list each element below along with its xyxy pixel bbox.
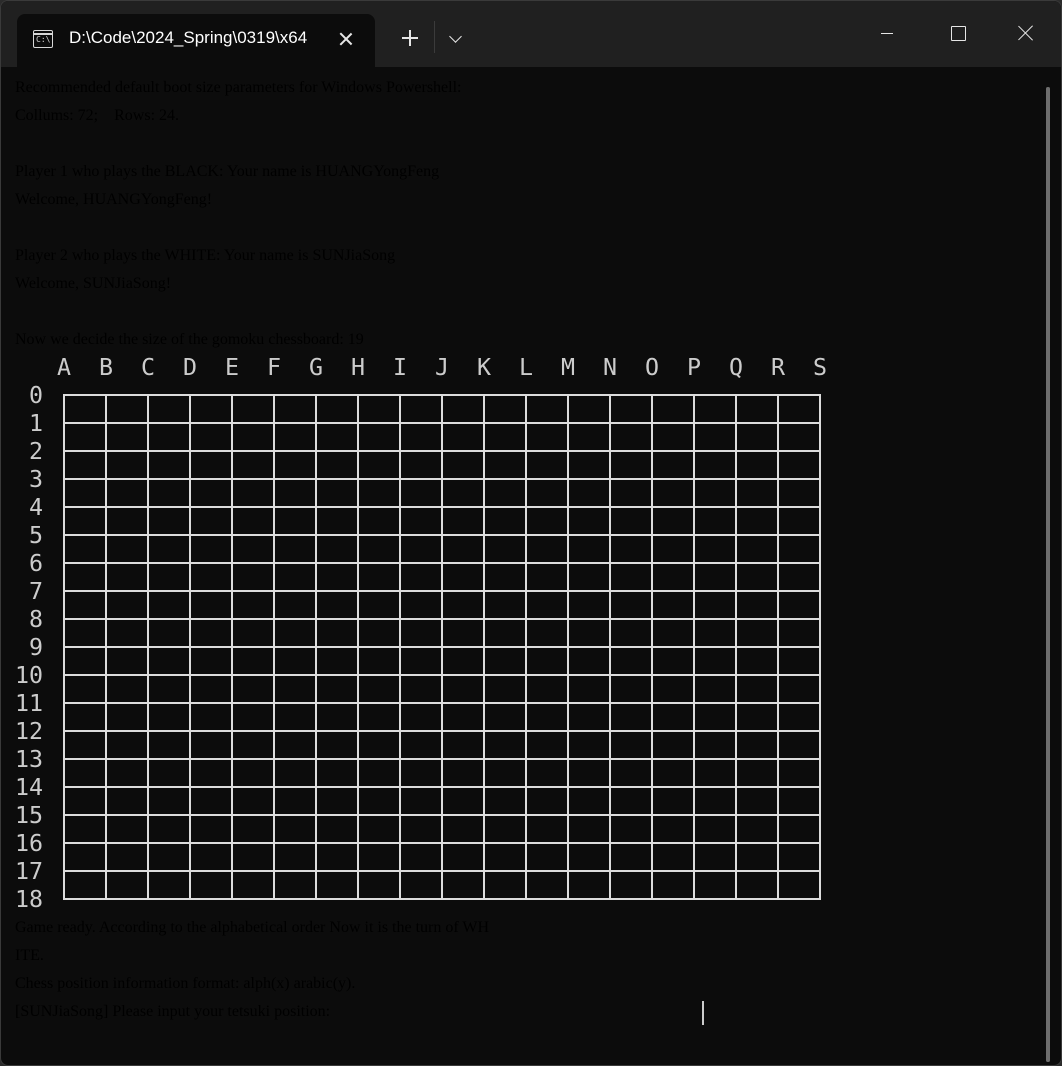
tab-title: D:\Code\2024_Spring\0319\x64 xyxy=(69,28,308,47)
output-line: Now we decide the size of the gomoku che… xyxy=(15,331,364,348)
minimize-icon[interactable] xyxy=(864,17,910,51)
output-line: Collums: 72; Rows: 24. xyxy=(15,107,180,124)
board-row-label: 7 xyxy=(28,578,43,605)
board-column-label: N xyxy=(602,354,618,381)
board-column-label: I xyxy=(392,354,408,381)
board-row-label: 16 xyxy=(15,830,44,857)
gomoku-board xyxy=(63,394,821,900)
board-row-label: 6 xyxy=(28,550,43,577)
output-line: Player 1 who plays the BLACK: Your name … xyxy=(15,163,440,180)
board-row-label: 10 xyxy=(15,662,44,689)
board-row-label: 18 xyxy=(15,886,44,913)
board-row-label: 17 xyxy=(15,858,44,885)
board-row-label: 2 xyxy=(28,438,43,465)
output-line: Game ready. According to the alphabetica… xyxy=(15,919,490,936)
close-icon[interactable] xyxy=(1003,17,1049,51)
close-tab-icon[interactable] xyxy=(333,26,359,52)
board-column-label: F xyxy=(266,354,282,381)
board-column-label: H xyxy=(350,354,366,381)
board-column-label: D xyxy=(182,354,198,381)
board-row-label: 5 xyxy=(28,522,43,549)
board-column-label: Q xyxy=(728,354,744,381)
input-prompt: [SUNJiaSong] Please input your tetsuki p… xyxy=(15,1003,335,1020)
board-column-label: O xyxy=(644,354,660,381)
maximize-icon[interactable] xyxy=(934,17,980,51)
new-tab-icon[interactable] xyxy=(394,23,426,53)
scrollbar-thumb[interactable] xyxy=(1046,87,1050,1062)
terminal-icon: C:\ xyxy=(33,30,53,48)
board-column-label: C xyxy=(140,354,156,381)
board-row-label: 3 xyxy=(28,466,43,493)
output-line: Recommended default boot size parameters… xyxy=(15,79,462,96)
terminal-window: C:\ D:\Code\2024_Spring\0319\x64 Recomme… xyxy=(0,0,1062,1066)
board-row-label: 0 xyxy=(28,382,43,409)
board-row-label: 8 xyxy=(28,606,43,633)
board-row-label: 11 xyxy=(15,690,44,717)
text-cursor[interactable] xyxy=(702,1001,704,1025)
board-row-label: 13 xyxy=(15,746,44,773)
board-column-label: A xyxy=(56,354,72,381)
board-column-label: K xyxy=(476,354,492,381)
board-column-label: M xyxy=(560,354,576,381)
board-column-label: J xyxy=(434,354,450,381)
output-line: Chess position information format: alph(… xyxy=(15,975,356,992)
board-row-label: 15 xyxy=(15,802,44,829)
output-line: ITE. xyxy=(15,947,44,964)
terminal-tab[interactable]: C:\ D:\Code\2024_Spring\0319\x64 xyxy=(17,14,375,67)
board-column-label: R xyxy=(770,354,786,381)
output-line: Player 2 who plays the WHITE: Your name … xyxy=(15,247,396,264)
board-column-label: E xyxy=(224,354,240,381)
board-column-label: L xyxy=(518,354,534,381)
dropdown-icon[interactable] xyxy=(441,23,471,53)
board-row-label: 4 xyxy=(28,494,43,521)
board-column-label: G xyxy=(308,354,324,381)
board-row-label: 14 xyxy=(15,774,44,801)
board-row-label: 12 xyxy=(15,718,44,745)
board-row-label: 9 xyxy=(28,634,43,661)
output-line: Welcome, HUANGYongFeng! xyxy=(15,191,213,208)
output-line: Welcome, SUNJiaSong! xyxy=(15,275,172,292)
board-column-label: B xyxy=(98,354,114,381)
divider xyxy=(434,21,435,53)
title-bar[interactable]: C:\ D:\Code\2024_Spring\0319\x64 xyxy=(1,1,1061,67)
board-row-label: 1 xyxy=(28,410,43,437)
board-column-label: S xyxy=(812,354,828,381)
board-column-label: P xyxy=(686,354,702,381)
